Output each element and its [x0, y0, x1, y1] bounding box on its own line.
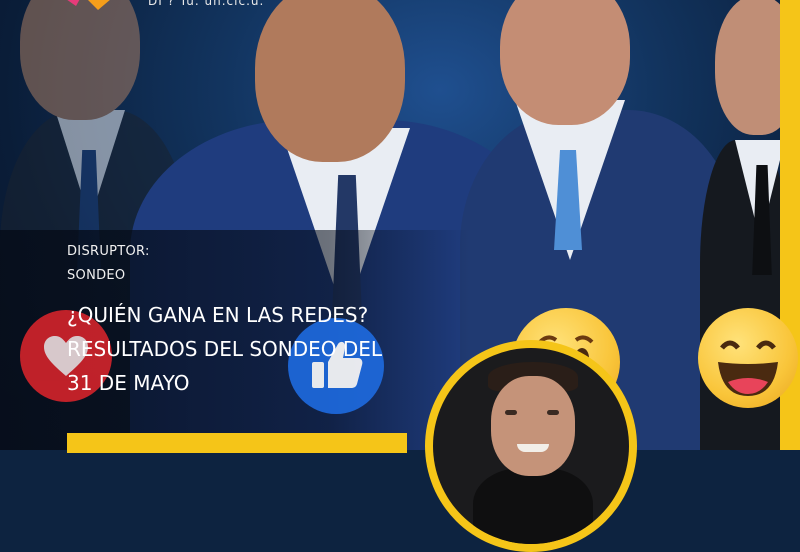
logo-icon	[67, 0, 110, 10]
author-portrait	[433, 348, 629, 544]
kicker-label: DISRUPTOR:	[67, 244, 150, 259]
headline: ¿QUIÉN GANA EN LAS REDES? RESULTADOS DEL…	[67, 298, 427, 400]
laugh-emoji-icon	[698, 308, 798, 408]
logo-text: DI ? Tu. un.cic.u.	[148, 0, 265, 8]
headline-line-2: RESULTADOS DEL SONDEO DEL	[67, 337, 383, 361]
cta-bar[interactable]	[67, 433, 407, 453]
headline-line-1: ¿QUIÉN GANA EN LAS REDES?	[67, 303, 369, 327]
kicker-category: SONDEO	[67, 268, 126, 283]
headline-line-3: 31 DE MAYO	[67, 371, 190, 395]
